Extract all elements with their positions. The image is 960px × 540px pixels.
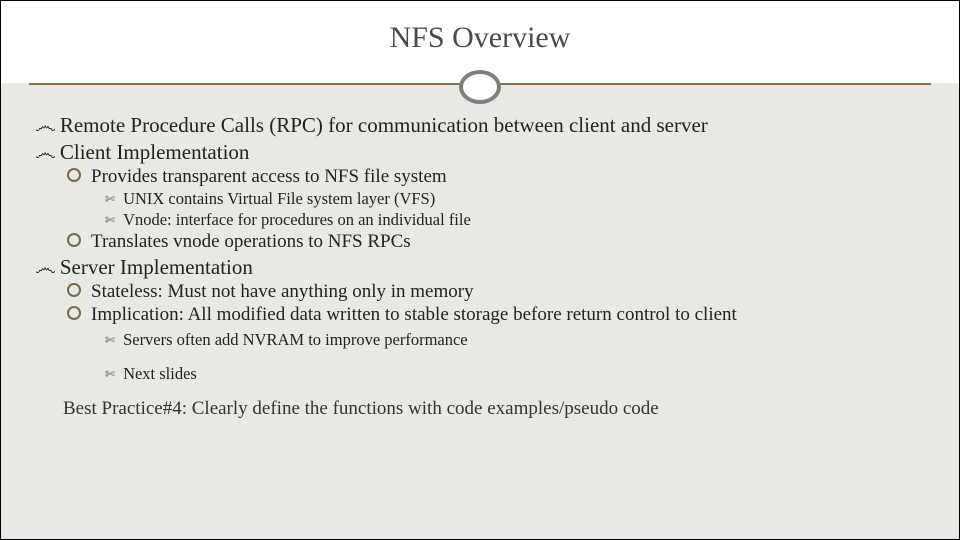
- bullet-text: Provides transparent access to NFS file …: [91, 166, 447, 187]
- bullet-text: UNIX contains Virtual File system layer …: [123, 189, 435, 208]
- bullet-l1: ෴Server Implementation: [35, 254, 937, 280]
- bullet-l1: ෴Remote Procedure Calls (RPC) for commun…: [35, 112, 937, 138]
- slide-body: ෴Remote Procedure Calls (RPC) for commun…: [23, 111, 937, 420]
- bullet-text: Remote Procedure Calls (RPC) for communi…: [60, 113, 708, 137]
- leaf-icon: ✄: [105, 213, 115, 227]
- bullet-l2: Provides transparent access to NFS file …: [67, 166, 937, 188]
- circle-icon: [67, 168, 81, 182]
- swirl-icon: ෴: [35, 255, 56, 280]
- bullet-text: Implication: All modified data written t…: [91, 304, 737, 325]
- leaf-icon: ✄: [105, 333, 115, 347]
- bullet-text: Translates vnode operations to NFS RPCs: [91, 231, 411, 252]
- swirl-icon: ෴: [35, 140, 56, 165]
- bullet-l3: ✄ Next slides: [105, 364, 937, 384]
- bullet-l3: ✄ Servers often add NVRAM to improve perf…: [105, 330, 937, 350]
- bullet-l3: ✄ UNIX contains Virtual File system layer…: [105, 189, 937, 209]
- leaf-icon: ✄: [105, 367, 115, 381]
- bullet-text: Client Implementation: [60, 140, 250, 164]
- bullet-text: Servers often add NVRAM to improve perfo…: [123, 330, 468, 349]
- leaf-icon: ✄: [105, 192, 115, 206]
- ring-icon: [459, 70, 501, 104]
- bullet-l2: Stateless: Must not have anything only i…: [67, 281, 937, 303]
- circle-icon: [67, 283, 81, 297]
- swirl-icon: ෴: [35, 113, 56, 138]
- bullet-l2: Translates vnode operations to NFS RPCs: [67, 231, 937, 253]
- bullet-text: Vnode: interface for procedures on an in…: [123, 210, 471, 229]
- bullet-l3: ✄ Vnode: interface for procedures on an i…: [105, 210, 937, 230]
- circle-icon: [67, 306, 81, 320]
- slide: NFS Overview ෴Remote Procedure Calls (RP…: [0, 0, 960, 540]
- best-practice-text: Best Practice#4: Clearly define the func…: [63, 398, 937, 420]
- bullet-text: Next slides: [123, 364, 197, 383]
- circle-icon: [67, 233, 81, 247]
- bullet-l1: ෴Client Implementation: [35, 139, 937, 165]
- bullet-text: Server Implementation: [60, 255, 253, 279]
- bullet-text: Stateless: Must not have anything only i…: [91, 281, 474, 302]
- slide-title: NFS Overview: [1, 1, 959, 55]
- bullet-l2: Implication: All modified data written t…: [67, 304, 937, 326]
